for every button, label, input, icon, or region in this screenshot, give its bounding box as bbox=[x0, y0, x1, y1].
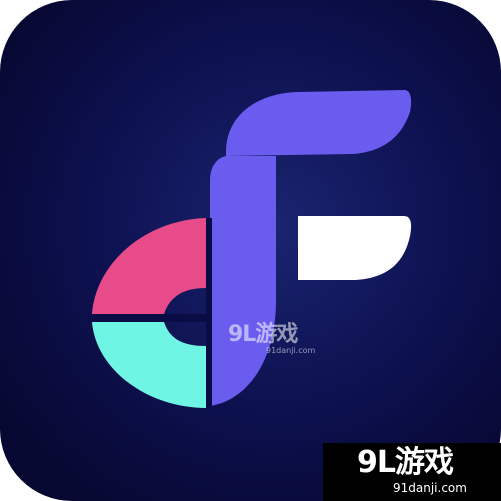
music-f-logo-icon bbox=[0, 0, 501, 501]
app-icon-image: 9L游戏 91danji.com 9L游戏 91danji.com bbox=[0, 0, 501, 501]
